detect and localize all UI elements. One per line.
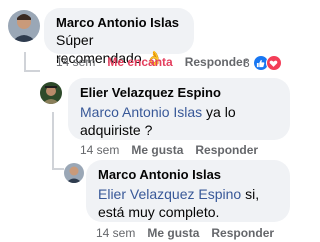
comment-time[interactable]: 14 sem xyxy=(56,55,95,69)
like-button[interactable]: Me gusta xyxy=(131,143,183,157)
comment-time[interactable]: 14 sem xyxy=(96,226,135,240)
reply-bubble: Elier Velazquez Espino Marco Antonio Isl… xyxy=(68,78,290,140)
avatar[interactable] xyxy=(40,82,62,104)
avatar-photo xyxy=(40,82,62,104)
comment-author[interactable]: Marco Antonio Islas xyxy=(98,167,278,183)
comment-actions: 14 sem Me encanta Responder xyxy=(56,55,259,69)
comment-author[interactable]: Elier Velazquez Espino xyxy=(80,85,278,101)
avatar[interactable] xyxy=(8,10,40,42)
love-reaction-button[interactable]: Me encanta xyxy=(107,55,172,69)
like-button[interactable]: Me gusta xyxy=(147,226,199,240)
reaction-summary[interactable]: 3 xyxy=(243,55,282,71)
reply-button[interactable]: Responder xyxy=(185,55,248,69)
reply-bubble: Marco Antonio Islas Elier Velazquez Espi… xyxy=(86,160,290,222)
love-icon xyxy=(265,55,282,71)
avatar[interactable] xyxy=(64,163,84,183)
comment-text: Elier Velazquez Espino si, está muy comp… xyxy=(98,185,278,221)
reply-button[interactable]: Responder xyxy=(195,143,258,157)
comment-actions: 14 sem Me gusta Responder xyxy=(80,143,270,157)
mention-link[interactable]: Marco Antonio Islas xyxy=(80,104,202,120)
thread-line xyxy=(24,70,40,72)
avatar-photo xyxy=(8,10,40,42)
thread-line xyxy=(52,168,64,170)
comment-text: Marco Antonio Islas ya lo adquiriste ? xyxy=(80,103,278,139)
thread-line xyxy=(24,52,26,72)
comment-author[interactable]: Marco Antonio Islas xyxy=(56,15,182,31)
avatar-photo xyxy=(64,163,84,183)
comment-time[interactable]: 14 sem xyxy=(80,143,119,157)
reply-button[interactable]: Responder xyxy=(211,226,274,240)
comment-bubble: Marco Antonio Islas Súper recomendado 👌 xyxy=(44,8,194,66)
thread-line xyxy=(52,112,54,170)
mention-link[interactable]: Elier Velazquez Espino xyxy=(98,186,241,202)
reaction-count: 3 xyxy=(243,56,250,70)
comment-actions: 14 sem Me gusta Responder xyxy=(96,226,286,240)
